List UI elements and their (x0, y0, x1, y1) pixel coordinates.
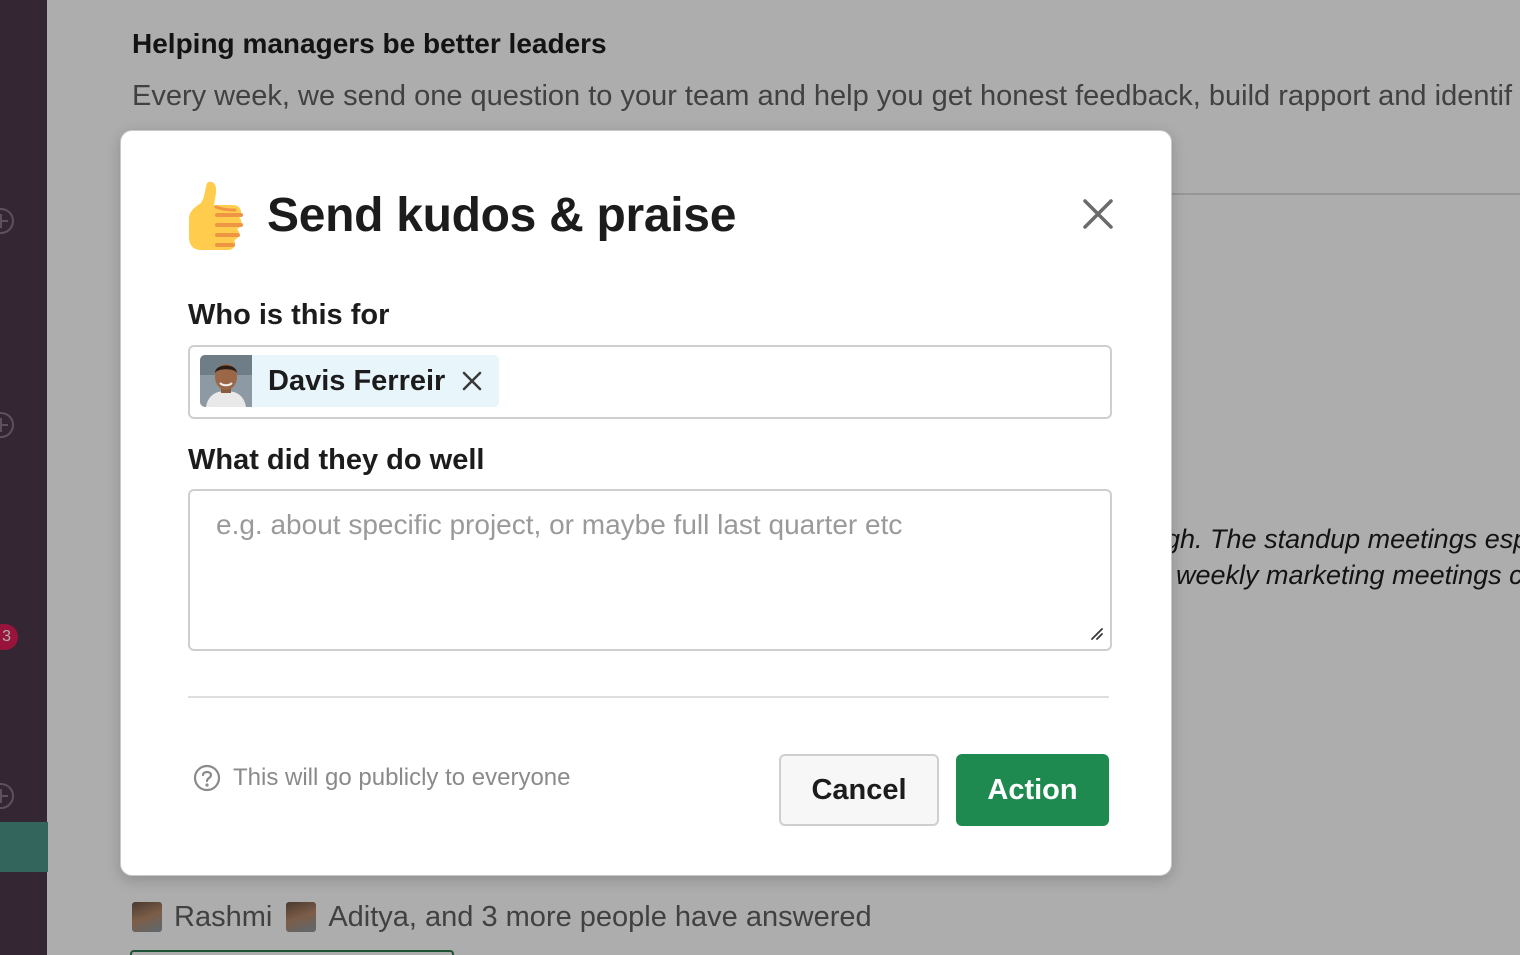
recipient-token: Davis Ferreir (200, 355, 500, 407)
remove-token-icon[interactable] (461, 370, 483, 392)
visibility-hint: This will go publicly to everyone (193, 761, 571, 795)
recipient-label: Who is this for (188, 299, 390, 331)
action-button[interactable]: Action (956, 754, 1109, 826)
recipient-select[interactable]: Davis Ferreir (188, 345, 1112, 419)
message-label: What did they do well (188, 444, 485, 476)
recipient-name: Davis Ferreir (268, 364, 446, 397)
kudos-modal: Send kudos & praise Who is this for Davi… (120, 130, 1172, 876)
divider (188, 696, 1109, 698)
hint-text: This will go publicly to everyone (233, 764, 571, 791)
message-textarea[interactable] (188, 489, 1112, 651)
modal-title: Send kudos & praise (267, 188, 737, 242)
close-icon[interactable] (1079, 195, 1117, 233)
thumbs-up-icon (189, 181, 243, 250)
resize-handle-icon[interactable] (1088, 625, 1104, 641)
cancel-button[interactable]: Cancel (779, 754, 939, 826)
help-icon (193, 764, 221, 792)
avatar (200, 355, 252, 407)
app-window: 3 Helping managers be better leaders Eve… (0, 0, 1520, 955)
modal-header: Send kudos & praise (187, 175, 736, 255)
